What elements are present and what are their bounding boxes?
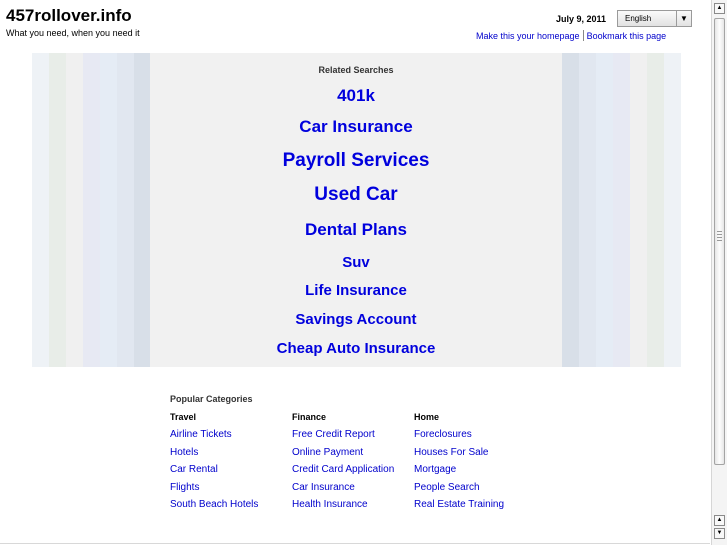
decorative-stripe bbox=[32, 53, 49, 367]
category-link[interactable]: Mortgage bbox=[414, 464, 536, 482]
vertical-scrollbar[interactable]: ▲ ▲ ▼ bbox=[711, 0, 727, 545]
decorative-stripe bbox=[83, 53, 100, 367]
decorative-stripe bbox=[100, 53, 117, 367]
decorative-stripe bbox=[664, 53, 681, 367]
decorative-stripe bbox=[630, 53, 647, 367]
make-homepage-link[interactable]: Make this your homepage bbox=[476, 31, 580, 41]
category-link[interactable]: Houses For Sale bbox=[414, 447, 536, 465]
decorative-stripe bbox=[613, 53, 630, 367]
scrollbar-thumb[interactable] bbox=[714, 18, 725, 465]
category-column-home: Home Foreclosures Houses For Sale Mortga… bbox=[414, 412, 536, 517]
link-divider bbox=[582, 30, 584, 41]
related-search-link[interactable]: Life Insurance bbox=[150, 282, 562, 299]
decorative-stripes-right bbox=[562, 53, 681, 367]
decorative-stripes-left bbox=[32, 53, 151, 367]
chevron-down-icon[interactable]: ▼ bbox=[676, 11, 691, 26]
related-search-link[interactable]: Used Car bbox=[150, 184, 562, 206]
arrow-up-icon[interactable]: ▲ bbox=[714, 515, 725, 526]
decorative-stripe bbox=[66, 53, 83, 367]
category-link[interactable]: Health Insurance bbox=[292, 499, 414, 517]
category-link[interactable]: Flights bbox=[170, 482, 292, 500]
arrow-up-icon[interactable]: ▲ bbox=[714, 3, 725, 14]
category-link[interactable]: Hotels bbox=[170, 447, 292, 465]
category-link[interactable]: Credit Card Application bbox=[292, 464, 414, 482]
related-search-link[interactable]: Dental Plans bbox=[150, 220, 562, 240]
category-link[interactable]: Real Estate Training bbox=[414, 499, 536, 517]
related-search-link[interactable]: Suv bbox=[150, 254, 562, 271]
category-link[interactable]: Foreclosures bbox=[414, 429, 536, 447]
popular-categories-title: Popular Categories bbox=[170, 394, 253, 404]
popular-categories: Popular Categories Travel Airline Ticket… bbox=[170, 394, 536, 517]
category-link[interactable]: People Search bbox=[414, 482, 536, 500]
decorative-stripe bbox=[579, 53, 596, 367]
site-title[interactable]: 457rollover.info bbox=[6, 6, 132, 26]
category-link[interactable]: Airline Tickets bbox=[170, 429, 292, 447]
decorative-stripe bbox=[647, 53, 664, 367]
arrow-down-icon[interactable]: ▼ bbox=[714, 528, 725, 539]
category-column-finance: Finance Free Credit Report Online Paymen… bbox=[292, 412, 414, 517]
related-search-link[interactable]: Car Insurance bbox=[150, 117, 562, 137]
footer-divider bbox=[0, 543, 710, 544]
language-select[interactable]: English ▼ bbox=[617, 10, 692, 27]
decorative-stripe bbox=[117, 53, 134, 367]
category-column-travel: Travel Airline Tickets Hotels Car Rental… bbox=[170, 412, 292, 517]
category-heading: Finance bbox=[292, 412, 327, 422]
page: 457rollover.info What you need, when you… bbox=[0, 0, 727, 545]
decorative-stripe bbox=[596, 53, 613, 367]
category-link[interactable]: Car Insurance bbox=[292, 482, 414, 500]
category-link[interactable]: Car Rental bbox=[170, 464, 292, 482]
category-link[interactable]: Free Credit Report bbox=[292, 429, 414, 447]
language-select-value: English bbox=[625, 14, 652, 23]
scrollbar-grip bbox=[717, 231, 722, 241]
related-search-link[interactable]: Savings Account bbox=[150, 311, 562, 328]
category-link[interactable]: South Beach Hotels bbox=[170, 499, 292, 517]
decorative-stripe bbox=[562, 53, 579, 367]
date-label: July 9, 2011 bbox=[556, 14, 607, 24]
related-search-link[interactable]: Cheap Auto Insurance bbox=[150, 340, 562, 357]
related-searches-panel: Related Searches 401k Car Insurance Payr… bbox=[150, 53, 562, 367]
decorative-stripe bbox=[49, 53, 66, 367]
category-link[interactable]: Online Payment bbox=[292, 447, 414, 465]
header-links: Make this your homepage Bookmark this pag… bbox=[476, 30, 666, 41]
related-search-link[interactable]: Payroll Services bbox=[150, 150, 562, 172]
decorative-stripe bbox=[134, 53, 151, 367]
category-heading: Travel bbox=[170, 412, 197, 422]
bookmark-link[interactable]: Bookmark this page bbox=[587, 31, 667, 41]
category-heading: Home bbox=[414, 412, 440, 422]
related-search-link[interactable]: 401k bbox=[150, 86, 562, 106]
site-tagline: What you need, when you need it bbox=[6, 28, 140, 38]
related-searches-title: Related Searches bbox=[318, 65, 394, 75]
